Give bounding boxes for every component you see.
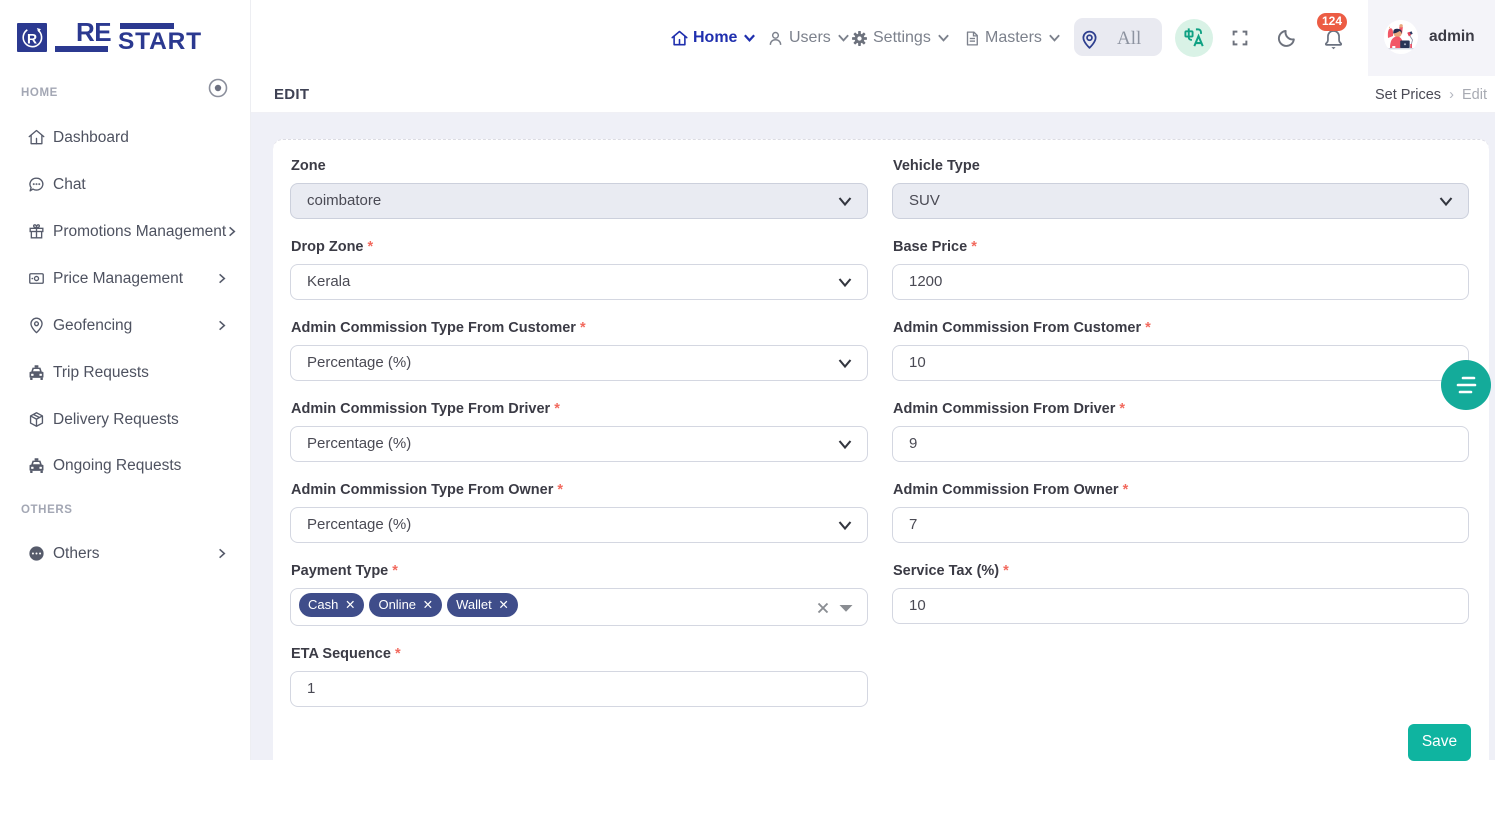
svg-text:R: R: [27, 31, 37, 47]
